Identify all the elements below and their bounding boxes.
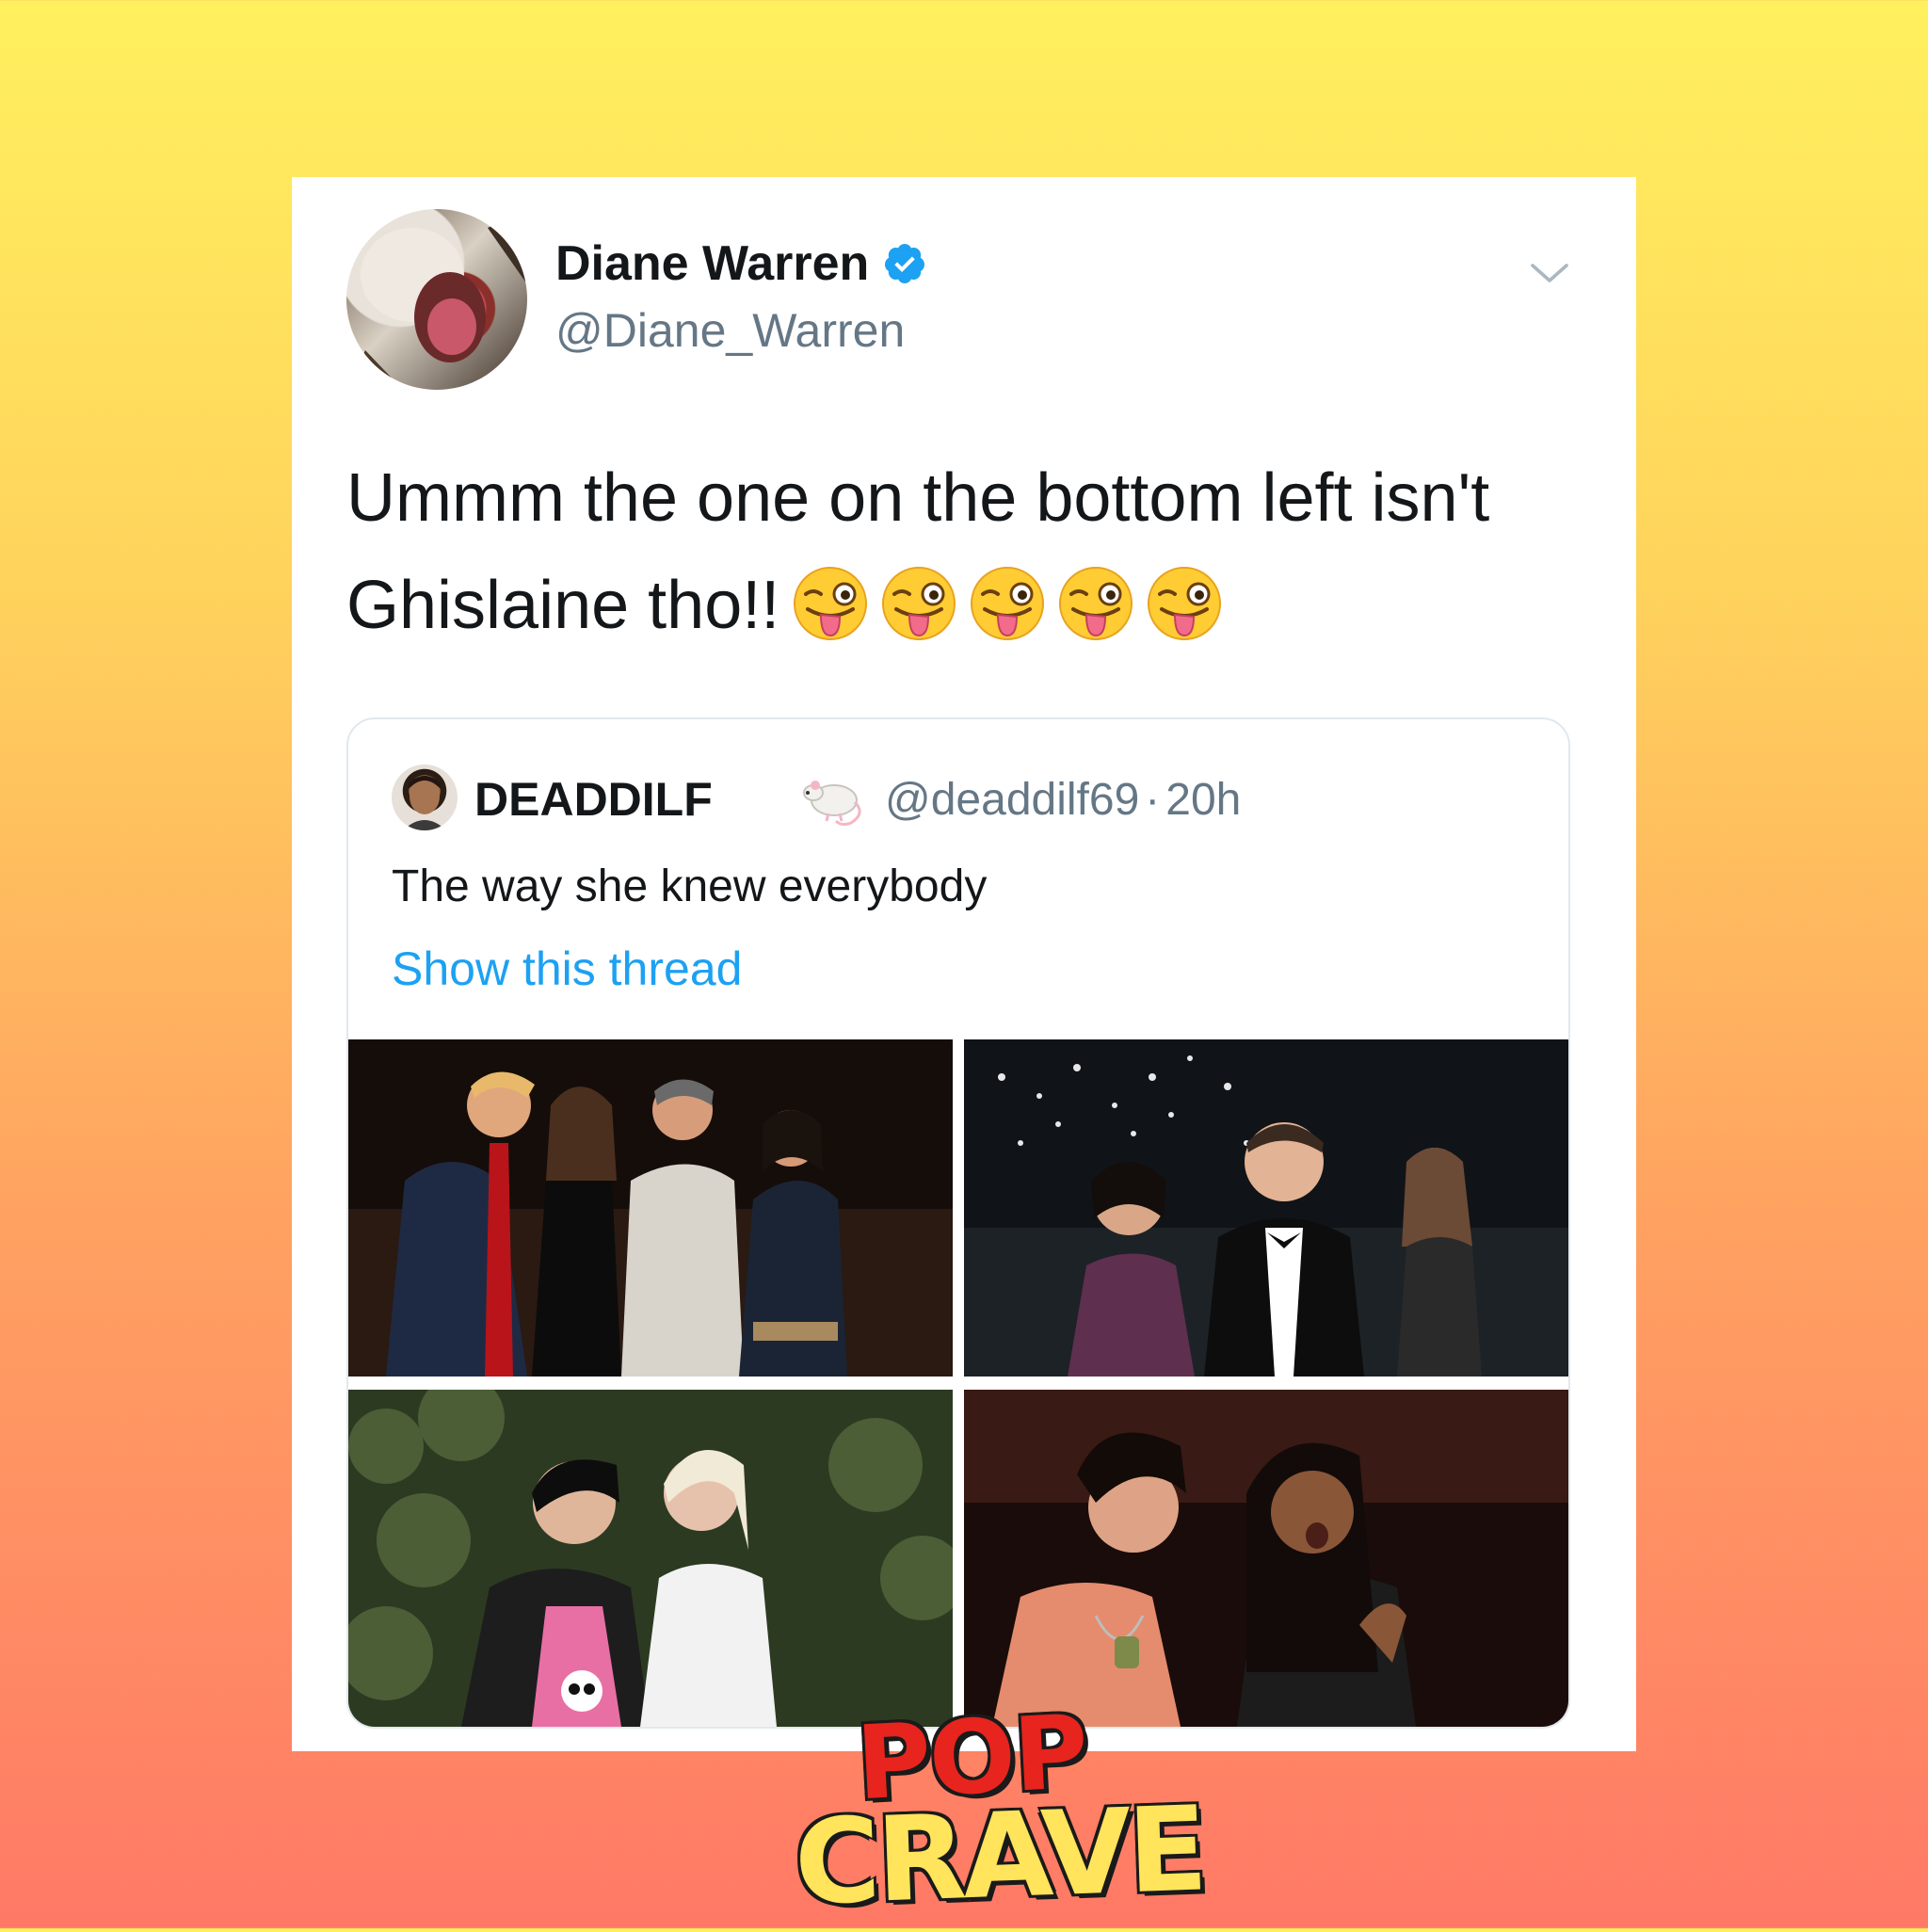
winking-face-with-tongue-icon <box>794 567 868 640</box>
show-thread-link[interactable]: Show this thread <box>392 942 742 996</box>
author-name[interactable]: Diane Warren <box>555 235 927 292</box>
quoted-author-avatar[interactable] <box>392 765 458 830</box>
rat-icon <box>803 781 861 827</box>
photo-3[interactable] <box>348 1390 953 1727</box>
winking-face-with-tongue-icon <box>1148 567 1222 640</box>
quoted-author-meta: @deaddilf69 · 20h <box>885 774 1241 826</box>
meta-separator: · <box>1145 775 1161 825</box>
author-handle[interactable]: @Diane_Warren <box>555 303 905 358</box>
pop-crave-logo: POP CRAVE <box>793 1694 1206 1932</box>
logo-crave-text: CRAVE <box>792 1781 1207 1932</box>
emoji-row <box>779 567 1222 643</box>
quoted-time[interactable]: 20h <box>1165 775 1241 825</box>
winking-face-with-tongue-icon <box>882 567 956 640</box>
quoted-tweet-text: The way she knew everybody <box>392 861 988 911</box>
chevron-down-icon[interactable] <box>1527 250 1572 296</box>
winking-face-with-tongue-icon <box>1059 567 1133 640</box>
photo-grid <box>348 1039 1568 1727</box>
photo-4[interactable] <box>964 1390 1568 1727</box>
quoted-author-handle[interactable]: @deaddilf69 <box>885 775 1139 825</box>
tweet-text: Ummm the one on the bottom left isn't Gh… <box>346 444 1608 659</box>
tweet-card: Diane Warren @Diane_Warren Ummm the one … <box>292 177 1636 1751</box>
photo-1[interactable] <box>348 1039 953 1377</box>
quoted-tweet[interactable]: DEADDILF @deaddilf69 · 20h The way she kne… <box>346 717 1570 1729</box>
quoted-author-name[interactable]: DEADDILF <box>474 772 713 827</box>
author-avatar[interactable] <box>346 209 527 390</box>
verified-badge-icon <box>885 244 925 283</box>
author-name-text[interactable]: Diane Warren <box>555 235 869 292</box>
winking-face-with-tongue-icon <box>971 567 1045 640</box>
photo-2[interactable] <box>964 1039 1568 1377</box>
